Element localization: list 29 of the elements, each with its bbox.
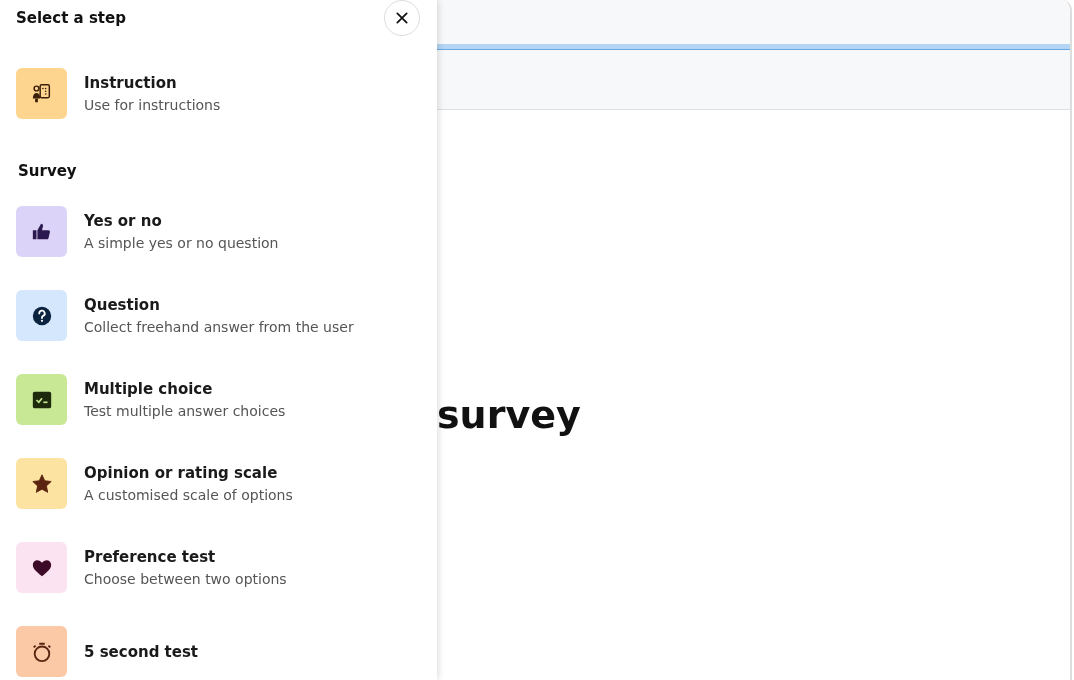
star-icon — [30, 472, 53, 495]
step-option[interactable]: 5 second test — [16, 626, 410, 677]
step-option[interactable]: Multiple choice Test multiple answer choices — [16, 374, 410, 425]
option-description: Collect freehand answer from the user — [84, 319, 354, 335]
option-title: Yes or no — [84, 212, 163, 230]
step-option[interactable]: Preference test Choose between two options — [16, 542, 410, 593]
option-description: Choose between two options — [84, 571, 287, 587]
section-heading: Survey — [18, 162, 78, 180]
option-description: A simple yes or no question — [84, 235, 279, 251]
step-option[interactable]: Opinion or rating scale A customised scale of options — [16, 458, 410, 509]
close-button[interactable] — [384, 0, 420, 36]
step-option[interactable]: Question Collect freehand answer from the user — [16, 290, 410, 341]
option-title: Opinion or rating scale — [84, 464, 279, 482]
option-description: Use for instructions — [84, 97, 221, 113]
close-icon — [395, 11, 409, 25]
panel-title: Select a step — [16, 9, 126, 27]
instruction-icon — [30, 82, 53, 105]
option-title: Multiple choice — [84, 380, 214, 398]
option-title: Instruction — [84, 74, 178, 92]
step-option[interactable]: Yes or no A simple yes or no question — [16, 206, 410, 257]
option-title: Preference test — [84, 548, 217, 566]
option-description: A customised scale of options — [84, 487, 293, 503]
option-title: 5 second test — [84, 642, 199, 661]
step-option[interactable]: Instruction Use for instructions — [16, 68, 410, 119]
page-heading: survey — [437, 396, 582, 434]
option-description: Test multiple answer choices — [84, 403, 286, 419]
timer-icon — [30, 640, 53, 663]
option-title: Question — [84, 296, 161, 314]
question-icon — [30, 304, 53, 327]
